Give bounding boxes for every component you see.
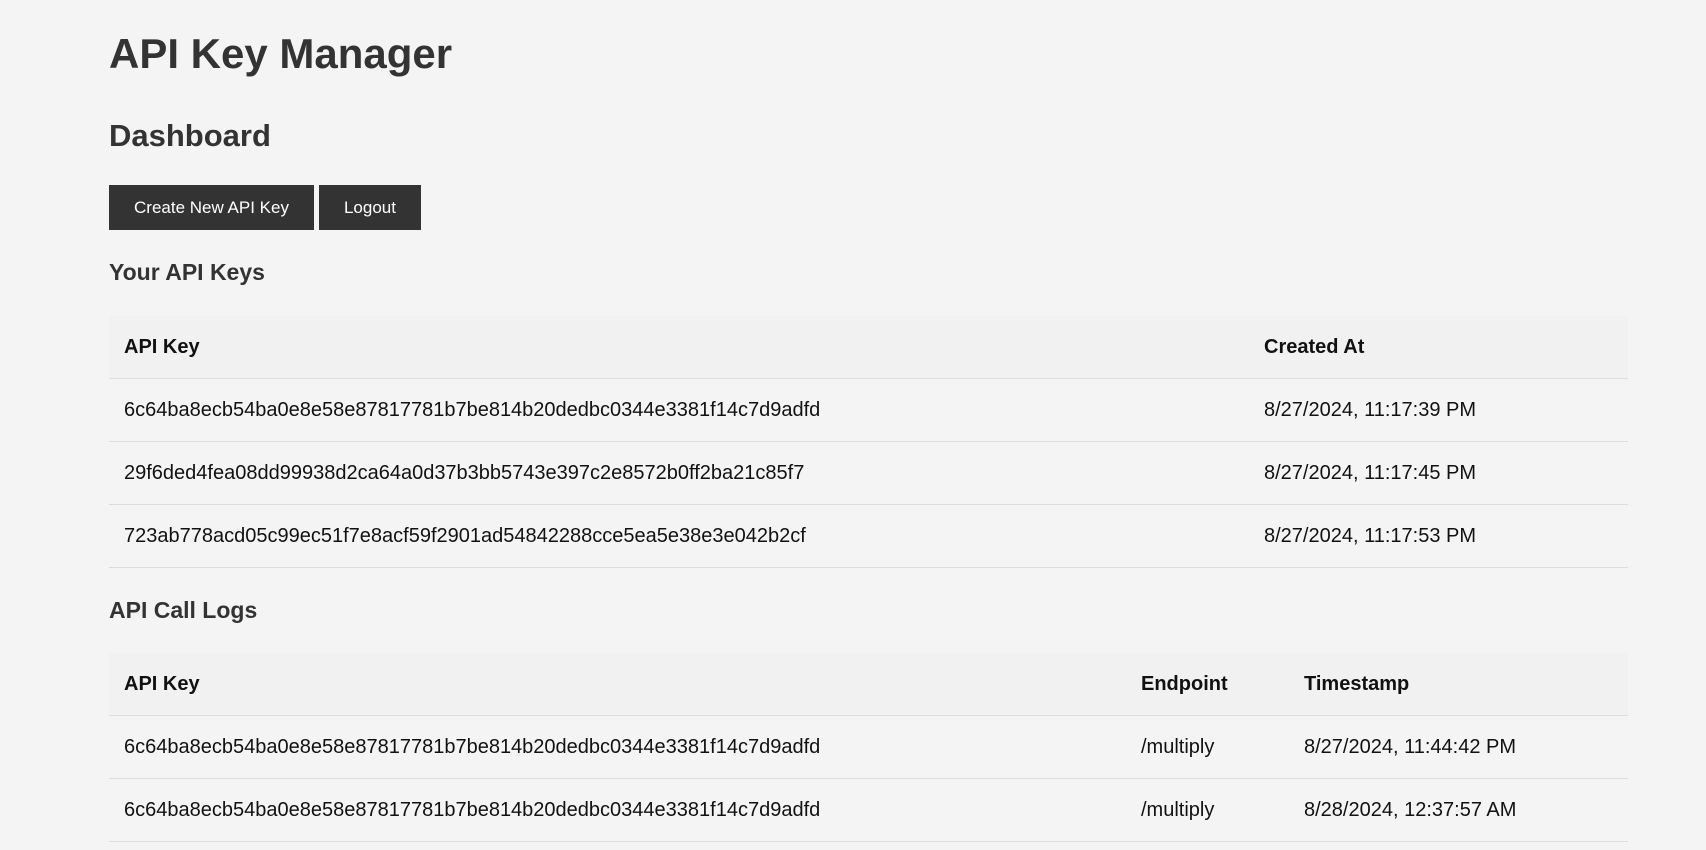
logout-button[interactable]: Logout (318, 185, 421, 230)
table-row: 6c64ba8ecb54ba0e8e58e87817781b7be814b20d… (109, 778, 1628, 842)
column-header-api-key: API Key (109, 316, 1249, 379)
api-call-logs-heading: API Call Logs (109, 597, 258, 623)
api-keys-table: API Key Created At 6c64ba8ecb54ba0e8e58e… (109, 316, 1628, 568)
api-key-cell: 6c64ba8ecb54ba0e8e58e87817781b7be814b20d… (109, 778, 1126, 842)
timestamp-cell: 8/27/2024, 11:44:42 PM (1289, 715, 1628, 779)
create-api-key-button[interactable]: Create New API Key (109, 185, 314, 230)
table-header-row: API Key Endpoint Timestamp (109, 653, 1628, 716)
table-row: 29f6ded4fea08dd99938d2ca64a0d37b3bb5743e… (109, 441, 1628, 505)
api-keys-heading: Your API Keys (109, 259, 265, 285)
table-row: 723ab778acd05c99ec51f7e8acf59f2901ad5484… (109, 504, 1628, 568)
column-header-endpoint: Endpoint (1126, 653, 1289, 716)
action-bar: Create New API Key Logout (109, 185, 421, 230)
api-key-cell: 6c64ba8ecb54ba0e8e58e87817781b7be814b20d… (109, 715, 1126, 779)
endpoint-cell: /multiply (1126, 715, 1289, 779)
api-key-cell: 6c64ba8ecb54ba0e8e58e87817781b7be814b20d… (109, 378, 1249, 442)
column-header-created-at: Created At (1249, 316, 1628, 379)
column-header-timestamp: Timestamp (1289, 653, 1628, 716)
api-key-cell: 29f6ded4fea08dd99938d2ca64a0d37b3bb5743e… (109, 441, 1249, 505)
api-key-cell: 723ab778acd05c99ec51f7e8acf59f2901ad5484… (109, 504, 1249, 568)
page-title: Dashboard (109, 118, 271, 153)
table-row: 6c64ba8ecb54ba0e8e58e87817781b7be814b20d… (109, 715, 1628, 779)
column-header-api-key: API Key (109, 653, 1126, 716)
table-header-row: API Key Created At (109, 316, 1628, 379)
api-call-logs-table: API Key Endpoint Timestamp 6c64ba8ecb54b… (109, 653, 1628, 842)
created-at-cell: 8/27/2024, 11:17:45 PM (1249, 441, 1628, 505)
timestamp-cell: 8/28/2024, 12:37:57 AM (1289, 778, 1628, 842)
endpoint-cell: /multiply (1126, 778, 1289, 842)
app-title: API Key Manager (109, 30, 453, 77)
created-at-cell: 8/27/2024, 11:17:53 PM (1249, 504, 1628, 568)
created-at-cell: 8/27/2024, 11:17:39 PM (1249, 378, 1628, 442)
table-row: 6c64ba8ecb54ba0e8e58e87817781b7be814b20d… (109, 378, 1628, 442)
